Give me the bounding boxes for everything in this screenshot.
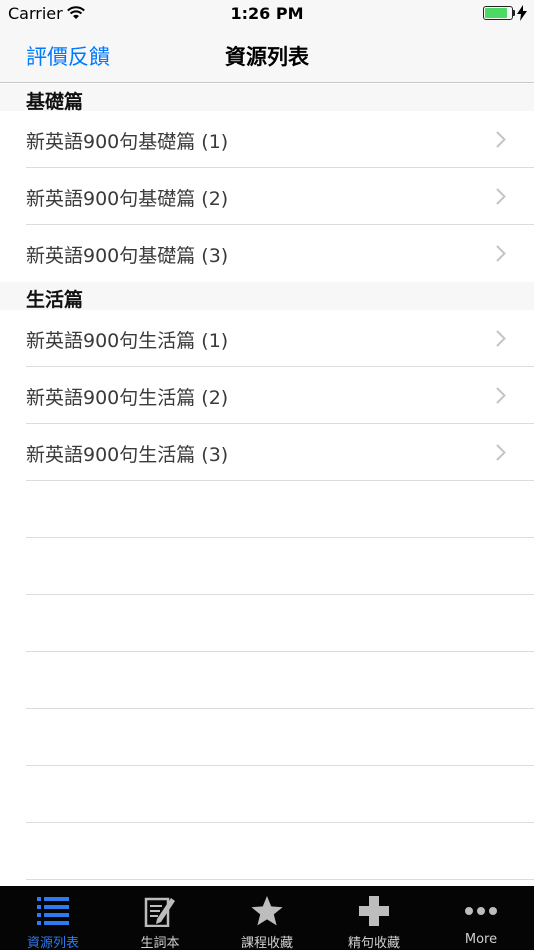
chevron-right-icon xyxy=(496,131,506,148)
empty-row-separator xyxy=(26,765,534,766)
page-title: 資源列表 xyxy=(225,45,309,69)
section-header-life: 生活篇 xyxy=(0,282,534,311)
chevron-right-icon xyxy=(496,330,506,347)
tab-course-favorites[interactable]: 課程收藏 xyxy=(214,886,320,951)
status-time: 1:26 PM xyxy=(230,4,304,23)
navigation-bar: 評價反饋 資源列表 xyxy=(0,28,534,83)
more-icon xyxy=(465,907,497,915)
section-header-basic: 基礎篇 xyxy=(0,84,534,113)
empty-row-separator xyxy=(26,537,534,538)
empty-row-separator xyxy=(26,708,534,709)
tab-label: More xyxy=(464,932,498,947)
section-header-label: 生活篇 xyxy=(26,289,84,311)
list-item[interactable]: 新英語900句基礎篇 (2) xyxy=(0,168,534,225)
tab-label: 精句收藏 xyxy=(347,936,400,951)
star-icon xyxy=(251,896,283,926)
tab-label: 課程收藏 xyxy=(240,936,293,951)
tab-sentence-favorites[interactable]: 精句收藏 xyxy=(321,886,427,951)
empty-row-separator xyxy=(26,879,534,880)
list-item-label: 新英語900句生活篇 (3) xyxy=(26,444,229,466)
chevron-right-icon xyxy=(496,245,506,262)
battery-tip xyxy=(513,10,515,16)
empty-row-separator xyxy=(26,594,534,595)
list-item-label: 新英語900句生活篇 (1) xyxy=(26,330,229,352)
empty-row-separator xyxy=(26,651,534,652)
list-item[interactable]: 新英語900句生活篇 (1) xyxy=(0,310,534,367)
tab-label: 資源列表 xyxy=(26,936,79,951)
empty-row-separator xyxy=(26,822,534,823)
list-item[interactable]: 新英語900句基礎篇 (1) xyxy=(0,111,534,168)
list-item-label: 新英語900句生活篇 (2) xyxy=(26,387,229,409)
section-header-label: 基礎篇 xyxy=(26,91,84,113)
list-item[interactable]: 新英語900句基礎篇 (3) xyxy=(0,225,534,282)
tab-resource-list[interactable]: 資源列表 xyxy=(0,886,106,951)
tab-bar: 資源列表 生詞本 課程收藏 精句收藏 More xyxy=(0,886,534,951)
tab-more[interactable]: More xyxy=(428,886,534,950)
list-item-label: 新英語900句基礎篇 (2) xyxy=(26,188,229,210)
notebook-pencil-icon xyxy=(144,897,175,927)
chevron-right-icon xyxy=(496,188,506,205)
list-item-label: 新英語900句基礎篇 (1) xyxy=(26,131,229,153)
tab-label: 生詞本 xyxy=(140,936,180,951)
tab-vocabulary[interactable]: 生詞本 xyxy=(107,886,213,951)
chevron-right-icon xyxy=(496,444,506,461)
plus-icon xyxy=(359,896,389,926)
chevron-right-icon xyxy=(496,387,506,404)
list-item-label: 新英語900句基礎篇 (3) xyxy=(26,245,229,267)
list-icon xyxy=(37,897,69,925)
list-item[interactable]: 新英語900句生活篇 (2) xyxy=(0,367,534,424)
charging-bolt-icon xyxy=(517,5,527,21)
battery-icon xyxy=(483,6,513,20)
list-item[interactable]: 新英語900句生活篇 (3) xyxy=(0,424,534,481)
row-separator xyxy=(26,480,534,481)
battery-level-fill xyxy=(485,8,508,18)
status-bar: Carrier 1:26 PM xyxy=(0,0,534,28)
